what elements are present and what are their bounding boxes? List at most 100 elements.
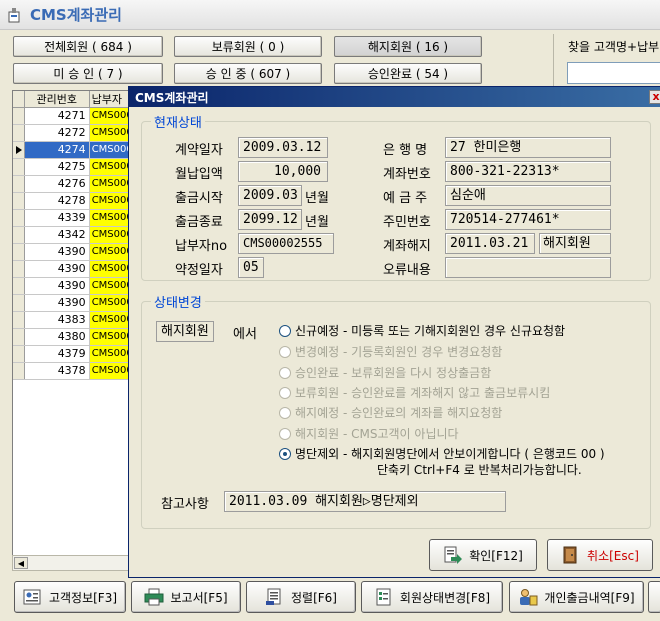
- status-option-3: 승인완료 - 보류회원을 다시 정상출금함: [279, 365, 491, 381]
- toolbar-overflow-button[interactable]: [648, 581, 660, 613]
- row-payer-cell: CMS000: [89, 278, 129, 294]
- table-row[interactable]: 4276 CMS000: [13, 176, 129, 193]
- row-selector[interactable]: [13, 329, 25, 345]
- status-option-text: 보류회원 - 승인완료를 계좌해지 않고 출금보류시킴: [295, 385, 550, 401]
- filter-all-members-button[interactable]: 전체회원 ( 684 ): [13, 36, 163, 57]
- status-change-legend: 상태변경: [151, 292, 205, 311]
- radio-button[interactable]: [279, 325, 291, 337]
- row-selector[interactable]: [13, 159, 25, 175]
- row-payer-cell: CMS000: [89, 329, 129, 345]
- row-selector[interactable]: [13, 210, 25, 226]
- table-row[interactable]: 4278 CMS000: [13, 193, 129, 210]
- cancel-button[interactable]: 취소[Esc]: [547, 539, 653, 571]
- row-id-cell: 4390: [25, 295, 90, 311]
- row-id-cell: 4390: [25, 244, 90, 260]
- error-content-field[interactable]: [445, 257, 611, 278]
- customer-card-icon: [23, 589, 41, 605]
- agreement-date-field[interactable]: 05: [238, 257, 264, 278]
- radio-button[interactable]: [279, 448, 291, 460]
- member-status-change-button[interactable]: 회원상태변경[F8]: [361, 581, 503, 613]
- report-button[interactable]: 보고서[F5]: [131, 581, 241, 613]
- status-option-1[interactable]: 신규예정 - 미등록 또는 기해지회원인 경우 신규요청함: [279, 323, 565, 339]
- row-selector[interactable]: [13, 278, 25, 294]
- grid-header-payer[interactable]: 납부자: [90, 91, 129, 107]
- table-row[interactable]: 4379 CMS000: [13, 346, 129, 363]
- customer-info-button[interactable]: 고객정보[F3]: [14, 581, 126, 613]
- resident-number-field[interactable]: 720514-277461*: [445, 209, 611, 230]
- dialog-title-bar: CMS계좌관리: [129, 87, 660, 107]
- status-option-line: 보류회원 - 승인완료를 계좌해지 않고 출금보류시킴: [295, 386, 551, 400]
- row-selector[interactable]: [13, 227, 25, 243]
- row-selector[interactable]: [13, 346, 25, 362]
- contract-date-field[interactable]: 2009.03.12: [238, 137, 328, 158]
- table-row[interactable]: 4380 CMS000: [13, 329, 129, 346]
- error-content-label: 오류내용: [383, 263, 431, 278]
- confirm-arrow-icon: [444, 546, 463, 564]
- confirm-button[interactable]: 확인[F12]: [429, 539, 537, 571]
- filter-hold-members-button[interactable]: 보류회원 ( 0 ): [174, 36, 322, 57]
- close-icon[interactable]: x: [649, 90, 660, 104]
- current-row-arrow-icon: [16, 146, 22, 154]
- monthly-amount-field[interactable]: 10,000: [238, 161, 328, 182]
- search-input[interactable]: [567, 62, 660, 84]
- reference-note-field[interactable]: 2011.03.09 해지회원▷명단제외: [224, 491, 506, 512]
- status-option-line-2: 단축키 Ctrl+F4 로 반복처리가능합니다.: [377, 463, 582, 477]
- table-row[interactable]: 4342 CMS000: [13, 227, 129, 244]
- window-title: CMS계좌관리: [30, 6, 122, 24]
- row-selector[interactable]: [13, 176, 25, 192]
- account-number-label: 계좌번호: [383, 167, 431, 182]
- current-status-legend: 현재상태: [151, 112, 205, 131]
- status-option-line: 해지예정 - 승인완료의 계좌를 해지요청함: [295, 406, 503, 420]
- status-option-text: 신규예정 - 미등록 또는 기해지회원인 경우 신규요청함: [295, 323, 565, 339]
- member-grid[interactable]: 관리번호 납부자 4271 CMS000 4272 CMS000 4274 CMS000 4…: [12, 90, 130, 570]
- grid-horizontal-scrollbar[interactable]: ◀: [12, 555, 130, 571]
- table-row[interactable]: 4274 CMS000: [13, 142, 129, 159]
- grid-header-id[interactable]: 관리번호: [25, 91, 90, 107]
- withdraw-start-field[interactable]: 2009.03: [238, 185, 302, 206]
- account-cancel-date-field[interactable]: 2011.03.21: [445, 233, 535, 254]
- status-option-text: 해지예정 - 승인완료의 계좌를 해지요청함: [295, 405, 502, 421]
- scroll-left-icon[interactable]: ◀: [14, 557, 28, 569]
- table-row[interactable]: 4383 CMS000: [13, 312, 129, 329]
- row-selector[interactable]: [13, 125, 25, 141]
- account-cancel-status-field[interactable]: 해지회원: [539, 233, 611, 254]
- table-row[interactable]: 4390 CMS000: [13, 261, 129, 278]
- table-row[interactable]: 4378 CMS000: [13, 363, 129, 380]
- row-selector[interactable]: [13, 244, 25, 260]
- search-label: 찾을 고객명+납부: [568, 40, 660, 54]
- table-row[interactable]: 4339 CMS000: [13, 210, 129, 227]
- bank-name-field[interactable]: 27 한미은행: [445, 137, 611, 158]
- row-selector[interactable]: [13, 193, 25, 209]
- sort-button[interactable]: 정렬[F6]: [246, 581, 356, 613]
- table-row[interactable]: 4275 CMS000: [13, 159, 129, 176]
- row-selector[interactable]: [13, 312, 25, 328]
- account-holder-field[interactable]: 심순애: [445, 185, 611, 206]
- payer-number-field[interactable]: CMS00002555: [238, 233, 334, 254]
- cms-account-dialog: CMS계좌관리 x 현재상태 계약일자 2009.03.12 월납입액 10,0…: [128, 86, 660, 578]
- dialog-title: CMS계좌관리: [135, 90, 209, 105]
- row-id-cell: 4272: [25, 125, 90, 141]
- table-row[interactable]: 4390 CMS000: [13, 278, 129, 295]
- row-selector[interactable]: [13, 108, 25, 124]
- row-selector[interactable]: [13, 261, 25, 277]
- row-selector[interactable]: [13, 295, 25, 311]
- withdraw-end-field[interactable]: 2099.12: [238, 209, 302, 230]
- personal-withdrawal-label: 개인출금내역[F9]: [544, 590, 635, 605]
- table-row[interactable]: 4390 CMS000: [13, 295, 129, 312]
- member-status-change-label: 회원상태변경[F8]: [399, 590, 491, 605]
- filter-approved-button[interactable]: 승인완료 ( 54 ): [334, 63, 482, 84]
- personal-withdrawal-button[interactable]: 개인출금내역[F9]: [509, 581, 644, 613]
- row-selector[interactable]: [13, 363, 25, 379]
- status-option-7[interactable]: 명단제외 - 해지회원명단에서 안보이게합니다 ( 은행코드 00 ) 단축키 C…: [279, 446, 605, 478]
- row-selector[interactable]: [13, 142, 25, 158]
- withdraw-start-label: 출금시작: [175, 191, 223, 206]
- filter-approving-button[interactable]: 승 인 중 ( 607 ): [174, 63, 322, 84]
- filter-unapproved-button[interactable]: 미 승 인 ( 7 ): [13, 63, 163, 84]
- reference-note-label: 참고사항: [161, 497, 209, 512]
- radio-button: [279, 407, 291, 419]
- table-row[interactable]: 4271 CMS000: [13, 108, 129, 125]
- account-number-field[interactable]: 800-321-22313*: [445, 161, 611, 182]
- table-row[interactable]: 4272 CMS000: [13, 125, 129, 142]
- filter-cancelled-members-button[interactable]: 해지회원 ( 16 ): [334, 36, 482, 57]
- table-row[interactable]: 4390 CMS000: [13, 244, 129, 261]
